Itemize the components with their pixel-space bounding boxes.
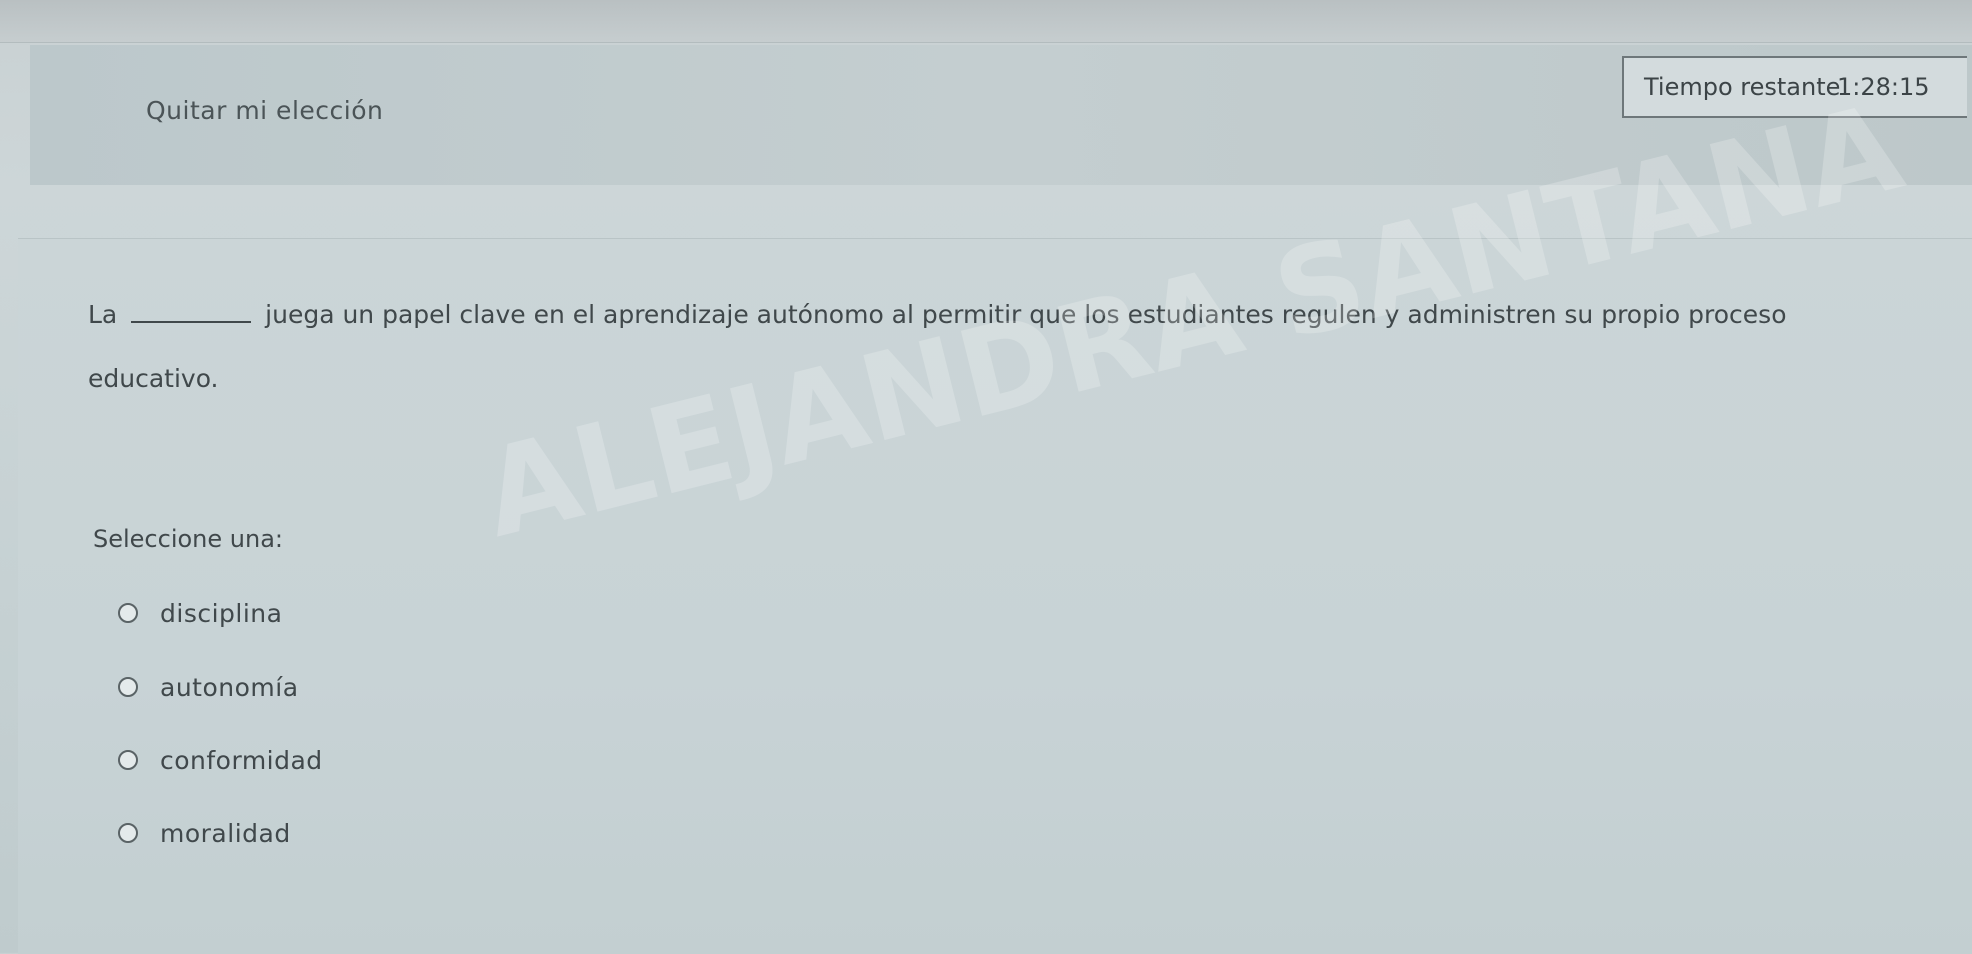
option-conformidad[interactable]: conformidad xyxy=(118,740,323,780)
browser-top-bar xyxy=(0,0,1972,43)
timer-label: Tiempo restante xyxy=(1644,73,1841,101)
question-text-end: juega un papel clave en el aprendizaje a… xyxy=(88,300,1787,393)
option-autonomia[interactable]: autonomía xyxy=(118,667,299,707)
option-label: moralidad xyxy=(160,818,291,848)
option-label: autonomía xyxy=(160,672,299,702)
select-prompt: Seleccione una: xyxy=(93,525,283,553)
option-label: disciplina xyxy=(160,598,283,628)
option-moralidad[interactable]: moralidad xyxy=(118,813,291,853)
radio-button-icon[interactable] xyxy=(118,823,138,843)
question-text: La juega un papel clave en el aprendizaj… xyxy=(88,283,1908,411)
question-blank xyxy=(131,320,252,323)
radio-button-icon[interactable] xyxy=(118,677,138,697)
radio-button-icon[interactable] xyxy=(118,603,138,623)
option-label: conformidad xyxy=(160,745,323,775)
option-disciplina[interactable]: disciplina xyxy=(118,593,282,633)
clear-choice-link[interactable]: Quitar mi elección xyxy=(146,96,383,125)
radio-button-icon[interactable] xyxy=(118,750,138,770)
time-remaining-box: Tiempo restante 1:28:15 xyxy=(1622,56,1967,118)
timer-value: 1:28:15 xyxy=(1837,73,1930,101)
question-text-start: La xyxy=(88,300,118,329)
